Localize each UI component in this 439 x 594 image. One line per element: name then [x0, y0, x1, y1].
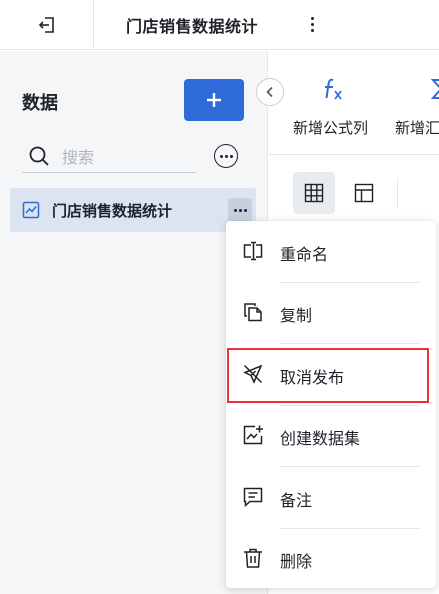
menu-item-label: 备注	[280, 491, 313, 510]
context-menu: 重命名 复制 取消发布 创建数据集 备注 删除	[226, 221, 436, 588]
collapse-sidebar-button[interactable]	[256, 78, 284, 106]
table-view-tab[interactable]	[293, 172, 335, 214]
menu-divider	[280, 466, 420, 467]
search-icon	[29, 146, 49, 166]
view-divider	[397, 178, 398, 208]
sidebar-item-dataset[interactable]: 门店销售数据统计	[10, 188, 256, 232]
exit-icon	[38, 17, 54, 33]
menu-item-note[interactable]: 备注	[226, 473, 436, 521]
note-icon	[242, 486, 264, 508]
chevron-left-icon	[266, 86, 273, 98]
toolbar-divider	[269, 154, 439, 155]
unpublish-icon	[242, 363, 264, 385]
rename-icon	[242, 240, 264, 262]
sidebar-more-button[interactable]	[214, 144, 238, 168]
search-input[interactable]: 搜索	[22, 139, 196, 173]
menu-item-label: 复制	[280, 306, 313, 325]
menu-item-label: 删除	[280, 552, 313, 571]
chart-icon	[22, 201, 40, 219]
menu-item-rename[interactable]: 重命名	[226, 227, 436, 275]
menu-divider	[280, 405, 420, 406]
menu-item-label: 重命名	[280, 245, 329, 264]
menu-item-unpublish[interactable]: 取消发布	[226, 350, 436, 398]
menu-divider	[280, 528, 420, 529]
menu-divider	[280, 282, 420, 283]
grid-icon	[304, 183, 324, 203]
sigma-icon	[395, 71, 439, 107]
menu-item-create-dataset[interactable]: 创建数据集	[226, 411, 436, 459]
plus-icon	[207, 93, 221, 107]
page-title: 门店销售数据统计	[126, 17, 259, 36]
layout-icon	[354, 183, 374, 203]
copy-icon	[242, 301, 264, 323]
add-data-button[interactable]	[184, 79, 244, 121]
menu-item-copy[interactable]: 复制	[226, 288, 436, 336]
layout-view-tab[interactable]	[343, 172, 385, 214]
formula-icon	[293, 71, 373, 107]
tool-label: 新增汇	[395, 119, 439, 137]
sidebar-heading: 数据	[22, 93, 58, 114]
title-more-button[interactable]	[304, 10, 320, 38]
search-placeholder: 搜索	[62, 147, 95, 167]
sidebar-item-label: 门店销售数据统计	[52, 202, 173, 220]
top-bar: 门店销售数据统计	[0, 0, 439, 50]
create-dataset-icon	[242, 424, 264, 446]
menu-divider	[280, 343, 420, 344]
menu-item-label: 取消发布	[280, 368, 345, 387]
menu-item-delete[interactable]: 删除	[226, 534, 436, 582]
add-summary-button[interactable]: 新增汇	[395, 71, 439, 141]
menu-item-label: 创建数据集	[280, 429, 361, 448]
delete-icon	[242, 547, 264, 569]
add-formula-column-button[interactable]: 新增公式列	[293, 71, 373, 141]
exit-button[interactable]	[0, 0, 94, 50]
item-more-button[interactable]	[228, 198, 252, 222]
